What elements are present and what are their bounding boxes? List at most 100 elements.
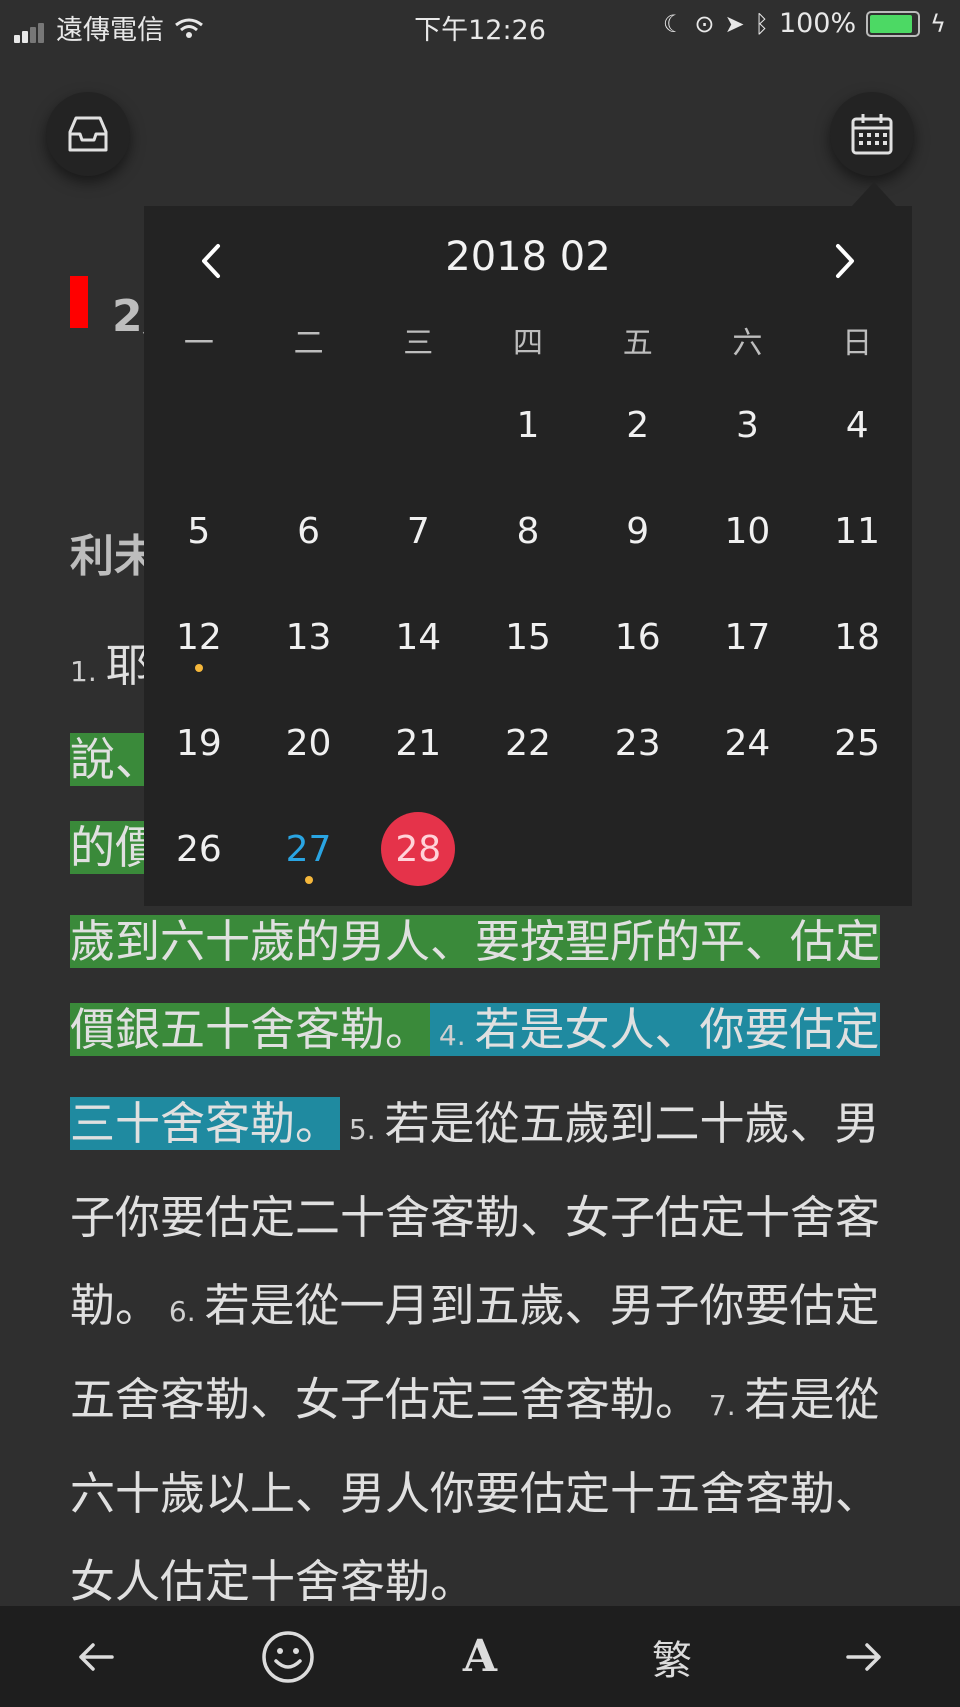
verse-number: 1. xyxy=(70,655,106,688)
calendar-month-label: 2018 02 xyxy=(445,234,611,280)
forward-button[interactable] xyxy=(824,1617,904,1697)
calendar-day[interactable]: 28 xyxy=(363,796,473,902)
verse-number: 5. xyxy=(340,1113,385,1146)
calendar-days: 1 2 3 4 5 6 7 8 9 10 11 12 13 14 15 16 17 18 19 20 21 22 23 24 2… xyxy=(144,372,912,902)
calendar-day[interactable]: 8 xyxy=(473,478,583,584)
battery-icon xyxy=(866,10,921,37)
calendar-day[interactable]: 20 xyxy=(254,690,364,796)
day-number: 27 xyxy=(285,828,332,870)
day-number: 21 xyxy=(395,722,442,764)
day-number: 4 xyxy=(845,404,869,446)
calendar-day[interactable]: 13 xyxy=(254,584,364,690)
font-size-button[interactable]: A xyxy=(440,1617,520,1697)
day-number: 23 xyxy=(614,722,661,764)
calendar-button[interactable] xyxy=(830,92,914,176)
day-number: 2 xyxy=(626,404,650,446)
calendar-day[interactable]: 9 xyxy=(583,478,693,584)
calendar-day[interactable]: 16 xyxy=(583,584,693,690)
status-bar: 遠傳電信 下午12:26 ☾ ⊙ ➤ ᛒ 100% ϟ xyxy=(0,0,960,48)
day-number: 6 xyxy=(297,510,321,552)
date-indicator xyxy=(70,276,88,328)
calendar-day[interactable]: 1 xyxy=(473,372,583,478)
day-number: 15 xyxy=(505,616,551,658)
language-toggle-button[interactable]: 繁 xyxy=(632,1617,712,1697)
smiley-icon xyxy=(262,1630,314,1683)
weekday-label: 五 xyxy=(622,326,653,361)
day-number: 5 xyxy=(187,510,211,552)
calendar-day[interactable]: 11 xyxy=(802,478,912,584)
day-number: 1 xyxy=(516,404,540,446)
verse-number: 4. xyxy=(430,1019,475,1052)
calendar-day[interactable]: 3 xyxy=(693,372,803,478)
calendar-day[interactable]: 25 xyxy=(802,690,912,796)
calendar-day[interactable]: 15 xyxy=(473,584,583,690)
calendar-day[interactable]: 4 xyxy=(802,372,912,478)
verse-number: 6. xyxy=(160,1295,205,1328)
weekday-label: 四 xyxy=(512,326,543,361)
calendar-day[interactable]: 19 xyxy=(144,690,254,796)
day-number: 3 xyxy=(735,404,759,446)
calendar-day[interactable]: 21 xyxy=(363,690,473,796)
charging-icon: ϟ xyxy=(930,9,946,38)
day-number: 10 xyxy=(724,510,771,552)
arrow-right-icon xyxy=(846,1642,881,1671)
day-number: 25 xyxy=(834,722,881,764)
calendar-day[interactable]: 27 xyxy=(254,796,364,902)
inbox-button[interactable] xyxy=(46,92,130,176)
calendar-day[interactable]: 22 xyxy=(473,690,583,796)
calendar-day[interactable]: 5 xyxy=(144,478,254,584)
weekday-label: 二 xyxy=(293,326,324,361)
back-button[interactable] xyxy=(56,1617,136,1697)
calendar-day[interactable]: 26 xyxy=(144,796,254,902)
calendar-day[interactable]: 17 xyxy=(693,584,803,690)
calendar-blank xyxy=(363,372,473,478)
calendar-day[interactable]: 6 xyxy=(254,478,364,584)
day-number: 26 xyxy=(175,828,222,870)
moon-icon: ☾ xyxy=(662,9,685,38)
day-number: 20 xyxy=(285,722,332,764)
location-icon: ➤ xyxy=(724,9,745,38)
calendar-popup: 2018 02 一二三四五六日 1 2 3 4 5 6 7 8 9 10 11 12 13 14 15 16 1… xyxy=(144,206,912,906)
day-number: 18 xyxy=(834,616,881,658)
day-number: 22 xyxy=(505,722,551,764)
bluetooth-icon: ᛒ xyxy=(754,9,769,38)
calendar-day[interactable]: 23 xyxy=(583,690,693,796)
calendar-icon xyxy=(851,114,893,155)
bottom-toolbar: A 繁 xyxy=(0,1606,960,1707)
popup-arrow xyxy=(852,182,896,206)
event-dot xyxy=(304,876,313,884)
chevron-right-icon xyxy=(836,244,854,278)
day-number: 12 xyxy=(175,616,222,658)
weekday-label: 六 xyxy=(732,326,763,361)
emoji-button[interactable] xyxy=(248,1617,328,1697)
weekday-label: 一 xyxy=(183,326,214,361)
day-number: 9 xyxy=(626,510,650,552)
calendar-header: 2018 02 xyxy=(144,226,912,296)
calendar-day[interactable]: 10 xyxy=(693,478,803,584)
calendar-day[interactable]: 14 xyxy=(363,584,473,690)
calendar-day[interactable]: 18 xyxy=(802,584,912,690)
calendar-blank xyxy=(144,372,254,478)
day-number: 17 xyxy=(724,616,771,658)
battery-percent: 100% xyxy=(778,8,857,39)
day-number: 16 xyxy=(614,616,661,658)
weekday-label: 三 xyxy=(403,326,434,361)
day-number: 24 xyxy=(724,722,771,764)
weekday-row: 一二三四五六日 xyxy=(144,318,912,362)
day-number: 13 xyxy=(285,616,332,658)
rotation-lock-icon: ⊙ xyxy=(694,9,715,38)
calendar-day[interactable]: 7 xyxy=(363,478,473,584)
selected-day-circle: 28 xyxy=(381,812,456,886)
event-dot xyxy=(194,664,203,672)
next-month-button[interactable] xyxy=(820,236,870,286)
calendar-day[interactable]: 2 xyxy=(583,372,693,478)
verse-number: 7. xyxy=(700,1389,745,1422)
day-number: 19 xyxy=(175,722,222,764)
inbox-icon xyxy=(68,116,108,152)
calendar-day[interactable]: 12 xyxy=(144,584,254,690)
calendar-day[interactable]: 24 xyxy=(693,690,803,796)
arrow-left-icon xyxy=(79,1642,114,1671)
day-number: 11 xyxy=(834,510,881,552)
day-number: 14 xyxy=(395,616,442,658)
calendar-blank xyxy=(254,372,364,478)
